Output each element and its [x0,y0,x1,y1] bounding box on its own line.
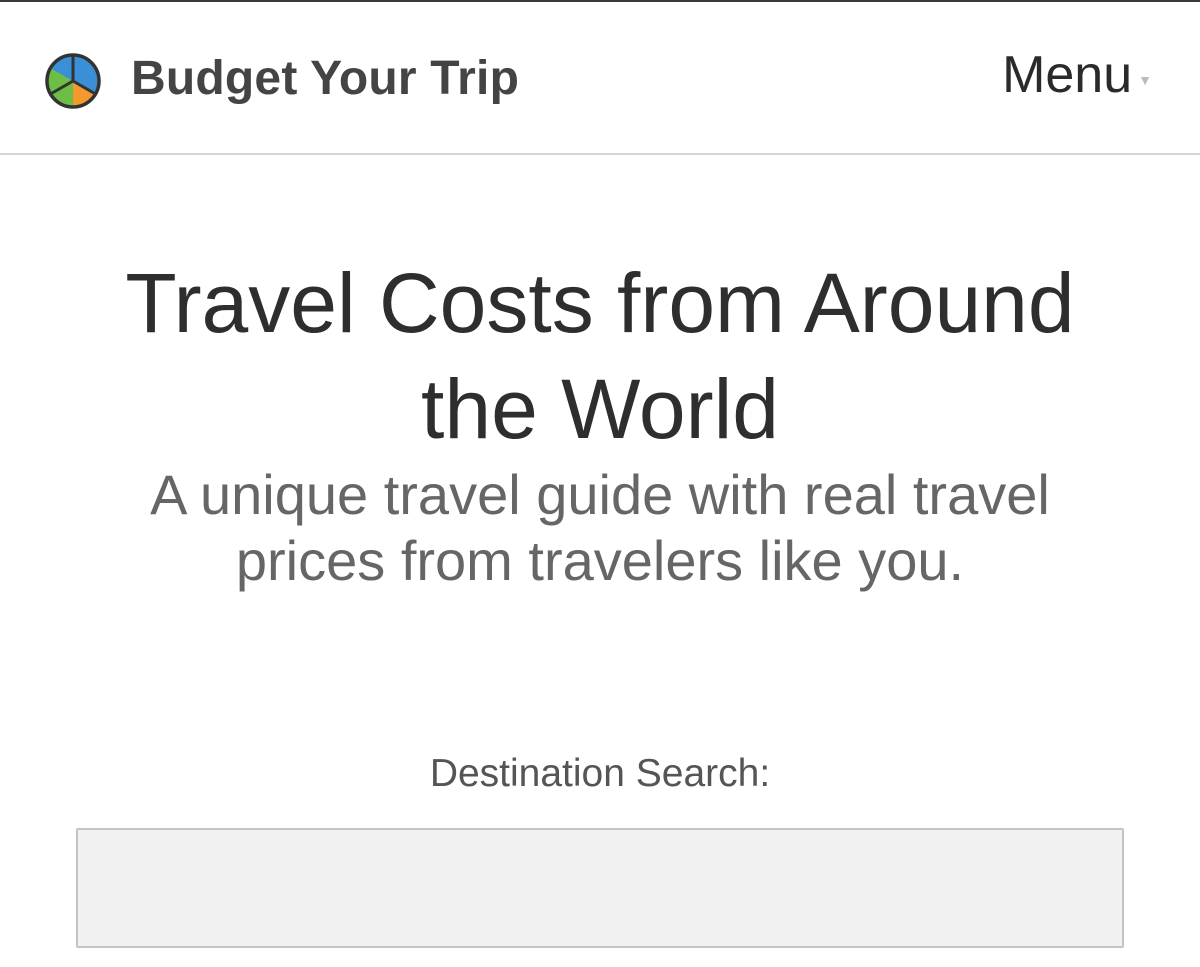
brand-name-link[interactable]: Budget Your Trip [131,51,519,106]
menu-label: Menu [1002,46,1133,104]
destination-search-label: Destination Search: [429,752,771,795]
site-header: Budget Your Trip Menu ▼ [0,2,1200,155]
pie-chart-logo-icon[interactable] [44,52,102,110]
page-title-line-1: Travel Costs from Around [125,256,1075,350]
menu-button[interactable]: Menu ▼ [1002,45,1152,105]
page-title: Travel Costs from Around the World [0,250,1200,462]
page-subtitle-line-2: prices from travelers like you. [235,529,965,592]
page-subtitle-line-1: A unique travel guide with real travel [150,463,1050,526]
destination-search-input[interactable] [76,828,1124,948]
page-title-line-2: the World [421,362,779,456]
page-subtitle: A unique travel guide with real travel p… [0,462,1200,594]
caret-down-icon: ▼ [1138,72,1152,88]
